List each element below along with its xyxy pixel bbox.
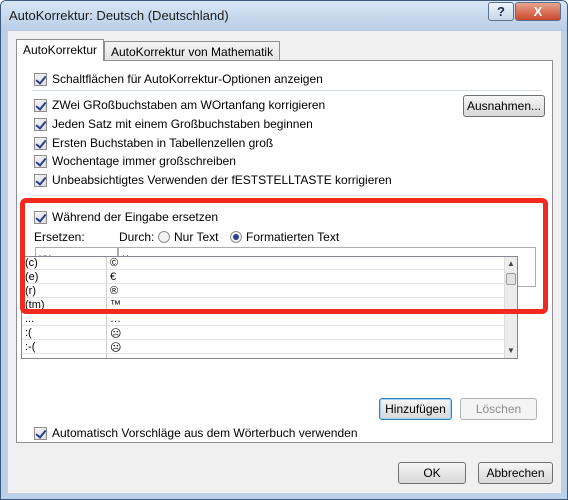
- delete-button[interactable]: Löschen: [460, 398, 537, 420]
- option-show-buttons[interactable]: Schaltflächen für AutoKorrektur-Optionen…: [34, 71, 323, 87]
- add-button[interactable]: Hinzufügen: [379, 398, 452, 420]
- checkbox-checked[interactable]: [34, 136, 47, 150]
- list-item[interactable]: ... …: [22, 313, 507, 326]
- option-weekdays-label: Wochentage immer großschreiben: [52, 154, 236, 168]
- radio-formatted-text-label: Formatierten Text: [246, 230, 340, 244]
- list-item-to: ☹: [110, 328, 122, 340]
- list-item[interactable]: (r) ®: [22, 285, 507, 298]
- list-item-from: (r): [25, 285, 36, 297]
- option-replace-label: Während der Eingabe ersetzen: [52, 210, 219, 224]
- list-scrollbar[interactable]: ▲ ▼: [504, 257, 517, 358]
- help-icon: ?: [497, 4, 505, 19]
- separator: [32, 90, 542, 91]
- title-bar[interactable]: AutoKorrektur: Deutsch (Deutschland) ? X: [1, 1, 567, 31]
- list-item-from: :-(: [25, 341, 36, 353]
- autokorrektur-dialog: AutoKorrektur: Deutsch (Deutschland) ? X…: [0, 0, 568, 500]
- list-item-to: …: [110, 313, 121, 325]
- tab-autokorrektur-mathematik[interactable]: AutoKorrektur von Mathematik: [104, 41, 281, 62]
- with-label: Durch:: [119, 230, 155, 244]
- list-item-to: ™: [110, 299, 121, 311]
- help-button[interactable]: ?: [488, 2, 514, 21]
- list-item-from: (tm): [25, 299, 45, 311]
- separator: [32, 195, 542, 196]
- list-item[interactable]: (e) €: [22, 271, 507, 284]
- ok-button[interactable]: OK: [398, 462, 466, 484]
- list-item[interactable]: :-( ☹: [22, 341, 507, 354]
- option-dictionary-label: Automatisch Vorschläge aus dem Wörterbuc…: [52, 426, 358, 440]
- checkbox-checked[interactable]: [34, 210, 47, 224]
- checkbox-checked[interactable]: [34, 173, 47, 187]
- list-item[interactable]: (tm) ™: [22, 299, 507, 312]
- scroll-up-icon[interactable]: ▲: [507, 259, 515, 268]
- radio-plain-text-label: Nur Text: [174, 230, 219, 244]
- autokorrektur-tab-panel: Schaltflächen für AutoKorrektur-Optionen…: [16, 60, 553, 443]
- option-replace-while-typing[interactable]: Während der Eingabe ersetzen: [34, 209, 218, 225]
- checkbox-checked[interactable]: [34, 426, 47, 440]
- close-button[interactable]: X: [515, 2, 561, 21]
- option-two-caps-label: ZWei GRoßbuchstaben am WOrtanfang korrig…: [52, 98, 326, 112]
- list-item-from: :(: [25, 327, 32, 339]
- scroll-down-icon[interactable]: ▼: [507, 346, 515, 355]
- option-show-buttons-label: Schaltflächen für AutoKorrektur-Optionen…: [52, 72, 323, 86]
- list-item-from: ...: [25, 313, 35, 325]
- option-sentence-caps-label: Jeden Satz mit einem Großbuchstaben begi…: [52, 117, 313, 131]
- checkbox-checked[interactable]: [34, 154, 47, 168]
- option-dictionary-suggestions[interactable]: Automatisch Vorschläge aus dem Wörterbuc…: [34, 425, 358, 441]
- list-item-to: ©: [110, 257, 119, 269]
- tab-autokorrektur[interactable]: AutoKorrektur: [16, 39, 105, 61]
- list-item[interactable]: :( ☹: [22, 327, 507, 340]
- checkbox-checked[interactable]: [34, 98, 47, 112]
- option-caps-lock[interactable]: Unbeabsichtigtes Verwenden der fESTSTELL…: [34, 172, 392, 188]
- option-sentence-caps[interactable]: Jeden Satz mit einem Großbuchstaben begi…: [34, 116, 313, 132]
- list-item-to: €: [110, 271, 117, 283]
- list-item-from: (c): [25, 257, 38, 269]
- scroll-thumb[interactable]: [506, 273, 516, 285]
- window-title: AutoKorrektur: Deutsch (Deutschland): [9, 8, 229, 23]
- radio-button[interactable]: [158, 231, 170, 243]
- replace-label: Ersetzen:: [34, 230, 85, 244]
- checkbox-checked[interactable]: [34, 117, 47, 131]
- option-weekdays[interactable]: Wochentage immer großschreiben: [34, 153, 236, 169]
- list-item[interactable]: (c) ©: [22, 257, 507, 270]
- list-item-to: ®: [110, 285, 119, 297]
- option-caps-lock-label: Unbeabsichtigtes Verwenden der fESTSTELL…: [52, 173, 392, 187]
- cancel-button[interactable]: Abbrechen: [478, 462, 553, 484]
- radio-formatted-text[interactable]: Formatierten Text: [230, 229, 339, 245]
- radio-plain-text[interactable]: Nur Text: [158, 229, 218, 245]
- option-table-caps[interactable]: Ersten Buchstaben in Tabellenzellen groß: [34, 135, 273, 151]
- list-item-to: ☹: [110, 342, 122, 354]
- close-icon: X: [533, 4, 543, 19]
- radio-button-selected[interactable]: [230, 231, 242, 243]
- autocorrect-list[interactable]: (c) © (e) € (r) ® (tm) ™ ... … :( ☹:-(…: [21, 256, 518, 359]
- checkbox-checked[interactable]: [34, 72, 47, 86]
- list-item-from: (e): [25, 271, 39, 283]
- exceptions-button[interactable]: Ausnahmen...: [463, 95, 545, 117]
- option-two-caps[interactable]: ZWei GRoßbuchstaben am WOrtanfang korrig…: [34, 97, 325, 113]
- option-table-caps-label: Ersten Buchstaben in Tabellenzellen groß: [52, 136, 274, 150]
